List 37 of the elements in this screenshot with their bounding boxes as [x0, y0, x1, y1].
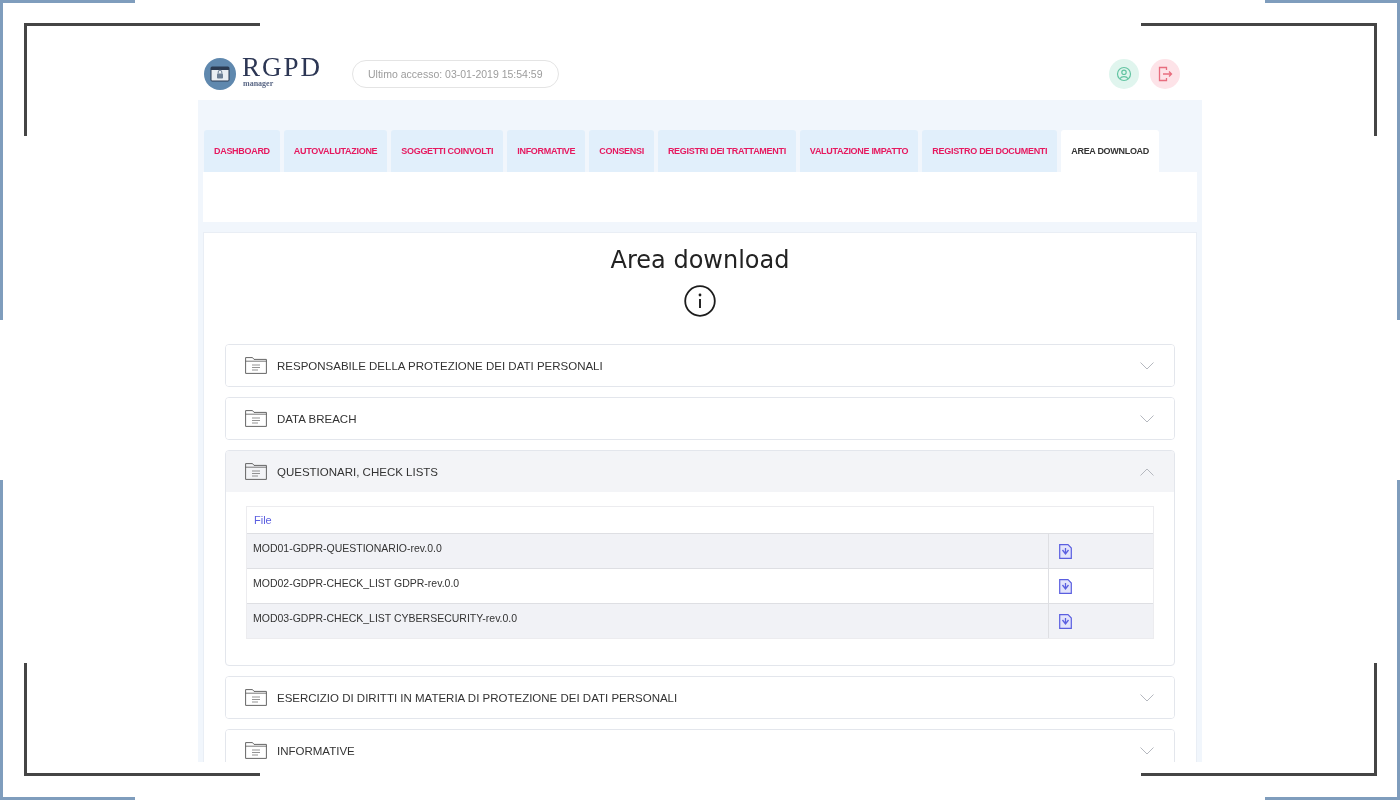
folder-icon	[245, 463, 267, 480]
column-header: File	[253, 514, 272, 526]
folder-icon	[245, 742, 267, 759]
chevron-down-icon	[1140, 746, 1154, 755]
info-icon[interactable]	[684, 285, 716, 317]
tab[interactable]: DASHBOARD	[204, 130, 280, 172]
tab[interactable]: VALUTAZIONE IMPATTO	[799, 130, 919, 172]
file-download-icon[interactable]	[1059, 578, 1072, 594]
logo-title: RGPD	[242, 54, 323, 80]
chevron-down-icon	[1140, 361, 1154, 370]
folder-icon	[245, 410, 267, 427]
file-download-icon[interactable]	[1059, 543, 1072, 559]
chevron-down-icon	[1140, 414, 1154, 423]
page-title: Area download	[609, 245, 791, 275]
file-download-icon[interactable]	[1059, 613, 1072, 629]
tab[interactable]: REGISTRO DEI DOCUMENTI	[922, 130, 1058, 172]
tab[interactable]: AREA DOWNLOAD	[1061, 130, 1159, 172]
tab[interactable]: INFORMATIVE	[507, 130, 586, 172]
logo-subtitle: manager	[243, 80, 275, 88]
folder-icon	[245, 689, 267, 706]
folder-icon	[245, 357, 267, 374]
tab[interactable]: CONSENSI	[589, 130, 654, 172]
table-cell-text: MOD02-GDPR-CHECK_LIST GDPR-rev.0.0	[252, 576, 461, 591]
chevron-down-icon	[1140, 693, 1154, 702]
accordion-header[interactable]: QUESTIONARI, CHECK LISTS	[226, 451, 1174, 492]
table-cell-text: MOD03-GDPR-CHECK_LIST CYBERSECURITY-rev.0.0	[252, 611, 519, 626]
tab[interactable]: AUTOVALUTAZIONE	[283, 130, 388, 172]
tab[interactable]: REGISTRI DEI TRATTAMENTI	[657, 130, 796, 172]
accordion-header[interactable]: DATA BREACH	[226, 398, 1174, 439]
logout-icon[interactable]	[1150, 59, 1180, 89]
table-cell-text: MOD01-GDPR-QUESTIONARIO-rev.0.0	[252, 541, 443, 556]
chevron-up-icon	[1140, 467, 1154, 476]
tab[interactable]: SOGGETTI COINVOLTI	[391, 130, 504, 172]
logo-icon	[204, 58, 236, 90]
accordion-header[interactable]: ESERCIZIO DI DIRITTI IN MATERIA DI PROTEZIONE DEI DATI PERSONALI	[226, 677, 1174, 718]
accordion-header[interactable]: RESPONSABILE DELLA PROTEZIONE DEI DATI PERSONALI	[226, 345, 1174, 386]
accordion-header[interactable]: INFORMATIVE	[226, 730, 1174, 762]
